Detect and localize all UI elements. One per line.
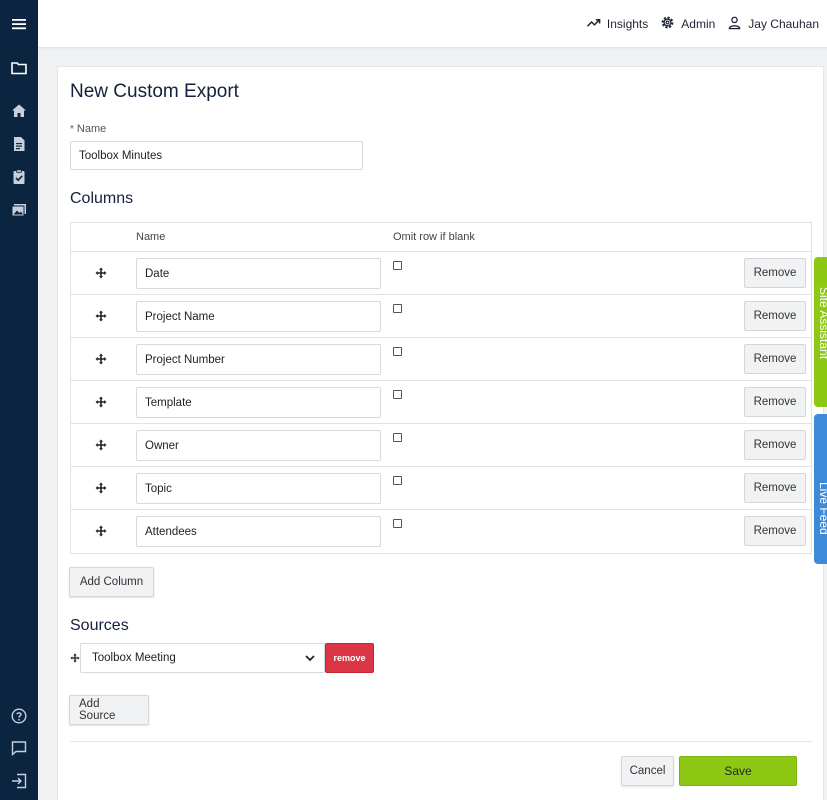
remove-column-button[interactable]: Remove [744,516,806,546]
user-menu[interactable]: Jay Chauhan [727,15,819,33]
trend-up-icon [586,15,601,33]
omit-if-blank-checkbox[interactable] [393,433,402,442]
admin-link[interactable]: Admin [660,15,715,33]
drag-handle-icon[interactable] [95,309,107,322]
omit-if-blank-checkbox[interactable] [393,390,402,399]
export-form-card: New Custom Export *Name Columns Name Omi… [57,66,824,800]
remove-source-button[interactable]: remove [325,643,374,673]
folder-icon[interactable] [7,56,31,80]
sources-title: Sources [70,617,129,634]
columns-table-header: Name Omit row if blank [71,223,811,252]
live-feed-tab[interactable]: Live Feed [814,414,827,564]
add-column-button[interactable]: Add Column [69,567,154,597]
sidebar [0,0,38,800]
chat-icon[interactable] [7,736,31,760]
column-name-input[interactable] [136,516,381,547]
required-mark: * [70,124,74,135]
source-select-value: Toolbox Meeting [92,652,176,664]
clipboard-check-icon[interactable] [7,165,31,189]
images-icon[interactable] [7,198,31,222]
remove-column-button[interactable]: Remove [744,258,806,288]
drag-handle-icon[interactable] [95,524,107,537]
omit-if-blank-checkbox[interactable] [393,304,402,313]
column-name-input[interactable] [136,301,381,332]
remove-column-button[interactable]: Remove [744,387,806,417]
column-header-omit: Omit row if blank [393,231,475,243]
insights-label: Insights [606,17,649,31]
column-name-input[interactable] [136,387,381,418]
column-row: Remove [71,424,811,467]
name-input[interactable] [70,141,363,170]
drag-handle-icon[interactable] [95,395,107,408]
page-title: New Custom Export [70,81,239,102]
divider [70,741,812,742]
remove-column-button[interactable]: Remove [744,301,806,331]
document-icon[interactable] [7,132,31,156]
live-feed-label: Live Feed [817,482,827,535]
remove-column-button[interactable]: Remove [744,344,806,374]
column-row: Remove [71,338,811,381]
gear-icon [660,15,675,33]
column-row: Remove [71,381,811,424]
user-icon [727,15,742,33]
omit-if-blank-checkbox[interactable] [393,519,402,528]
menu-icon[interactable] [7,12,31,36]
cancel-button[interactable]: Cancel [621,756,674,786]
drag-handle-icon[interactable] [95,438,107,451]
add-source-button[interactable]: Add Source [69,695,149,725]
insights-link[interactable]: Insights [586,15,648,33]
column-name-input[interactable] [136,430,381,461]
site-assistant-label: Site Assistant [817,287,827,360]
remove-column-button[interactable]: Remove [744,430,806,460]
top-nav: Insights Admin Jay Chauhan [586,0,819,48]
column-name-input[interactable] [136,258,381,289]
chevron-down-icon [304,652,316,664]
admin-label: Admin [681,17,716,31]
drag-handle-icon[interactable] [95,266,107,279]
name-label-text: Name [76,123,107,135]
omit-if-blank-checkbox[interactable] [393,476,402,485]
help-icon[interactable] [7,704,31,728]
remove-column-button[interactable]: Remove [744,473,806,503]
omit-if-blank-checkbox[interactable] [393,261,402,270]
column-row: Remove [71,252,811,295]
source-select[interactable]: Toolbox Meeting [80,643,325,673]
column-name-input[interactable] [136,473,381,504]
column-row: Remove [71,467,811,510]
name-label: * Name [70,123,106,135]
columns-table: Name Omit row if blank Remove Remove Remov… [70,222,812,554]
home-icon[interactable] [7,99,31,123]
user-name: Jay Chauhan [748,17,819,31]
site-assistant-tab[interactable]: Site Assistant [814,257,827,407]
drag-handle-icon[interactable] [95,481,107,494]
drag-handle-icon[interactable] [70,650,80,663]
columns-title: Columns [70,190,134,207]
save-button[interactable]: Save [679,756,797,786]
omit-if-blank-checkbox[interactable] [393,347,402,356]
column-name-input[interactable] [136,344,381,375]
top-bar: Insights Admin Jay Chauhan [38,0,827,48]
logout-icon[interactable] [7,769,31,793]
column-row: Remove [71,295,811,338]
column-row: Remove [71,510,811,553]
column-header-name: Name [136,231,166,243]
drag-handle-icon[interactable] [95,352,107,365]
